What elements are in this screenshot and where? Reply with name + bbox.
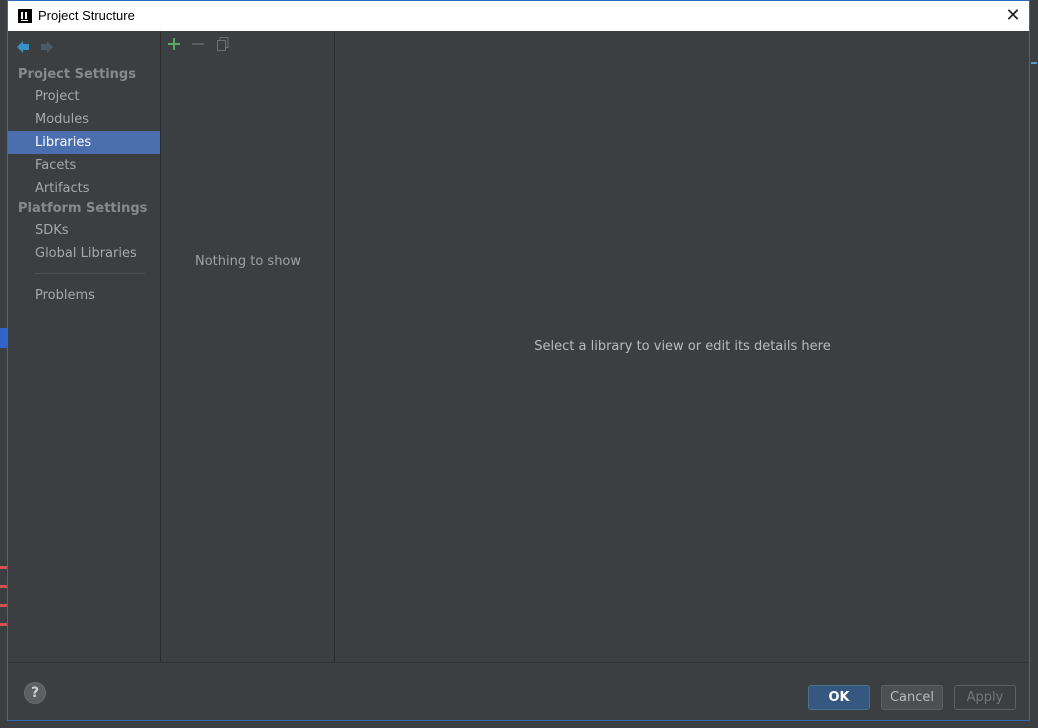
copy-icon[interactable] [215,36,231,52]
apply-button[interactable]: Apply [954,685,1016,710]
project-structure-dialog: Project Structure ✕ Project Settings Pro… [7,0,1030,721]
sidebar-item-libraries[interactable]: Libraries [8,131,160,154]
remove-icon[interactable] [190,36,206,52]
sidebar-item-global-libraries[interactable]: Global Libraries [8,242,161,265]
sidebar-item-problems[interactable]: Problems [8,284,161,307]
intellij-app-icon [18,9,32,23]
platform-settings-header: Platform Settings [18,201,148,216]
title-bar[interactable]: Project Structure ✕ [8,1,1029,31]
back-arrow-icon[interactable] [15,39,31,55]
sidebar-item-modules[interactable]: Modules [8,108,161,131]
sidebar-item-artifacts[interactable]: Artifacts [8,177,161,200]
close-button[interactable]: ✕ [1003,6,1023,26]
ide-background-right-edge [1030,0,1038,728]
sidebar-divider [35,273,145,274]
dialog-footer: ? OK Cancel Apply [8,662,1029,720]
settings-sidebar: Project Settings Project Modules Librari… [8,31,161,662]
project-settings-header: Project Settings [18,67,136,82]
sidebar-item-project[interactable]: Project [8,85,161,108]
forward-arrow-icon[interactable] [39,39,55,55]
help-button[interactable]: ? [24,682,46,704]
libraries-list-panel: Nothing to show [162,31,335,662]
details-placeholder: Select a library to view or edit its det… [534,339,831,354]
cancel-button[interactable]: Cancel [881,685,943,710]
ok-button[interactable]: OK [808,685,870,710]
sidebar-item-facets[interactable]: Facets [8,154,161,177]
add-icon[interactable] [166,36,182,52]
window-title: Project Structure [38,8,135,23]
empty-list-message: Nothing to show [194,254,302,269]
library-details-panel: Select a library to view or edit its det… [336,31,1029,662]
sidebar-item-sdks[interactable]: SDKs [8,219,161,242]
